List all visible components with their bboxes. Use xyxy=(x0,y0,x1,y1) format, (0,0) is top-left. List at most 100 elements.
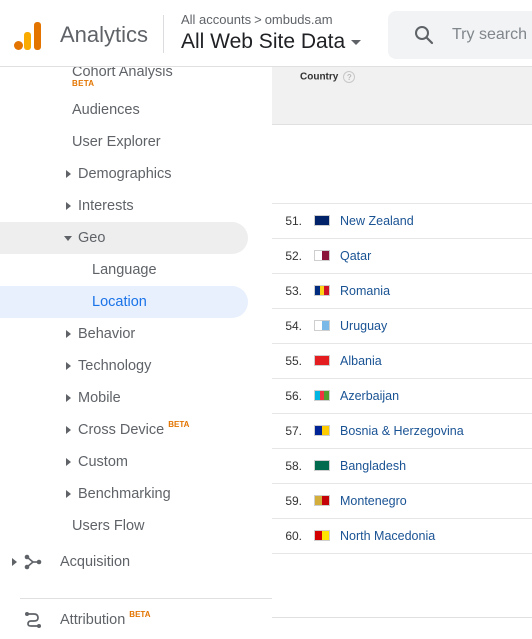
nav-label: Audiences xyxy=(72,102,140,118)
expand-arrow-icon xyxy=(66,490,71,498)
nav-item-behavior[interactable]: Behavior xyxy=(0,318,248,350)
attribution-icon xyxy=(25,612,41,628)
row-number: 54. xyxy=(285,319,302,333)
country-link[interactable]: Qatar xyxy=(340,249,371,263)
top-header: Analytics All accounts > ombuds.am All Web… xyxy=(0,0,532,67)
row-number: 58. xyxy=(285,459,302,473)
expand-arrow-icon xyxy=(66,458,71,466)
nav-item-cross-device[interactable]: Cross Device BETA xyxy=(0,414,248,446)
country-link[interactable]: Azerbaijan xyxy=(340,389,399,403)
country-flag-icon xyxy=(314,355,330,366)
row-number: 51. xyxy=(285,214,302,228)
nav-label: Geo xyxy=(78,230,106,246)
header-divider xyxy=(163,15,164,53)
search-placeholder: Try search xyxy=(452,26,527,43)
country-link[interactable]: New Zealand xyxy=(340,214,414,228)
app-title: Analytics xyxy=(60,22,149,47)
country-flag-icon xyxy=(314,390,330,401)
column-header-country[interactable]: Country? xyxy=(300,71,356,83)
expand-arrow-icon xyxy=(66,170,71,178)
breadcrumb-root[interactable]: All accounts xyxy=(181,12,251,27)
table-row[interactable]: 54. Uruguay xyxy=(272,309,532,344)
table-row[interactable]: 52. Qatar xyxy=(272,239,532,274)
nav-label: Language xyxy=(92,262,157,278)
table-row[interactable]: 56. Azerbaijan xyxy=(272,379,532,414)
country-link[interactable]: Albania xyxy=(340,354,382,368)
country-flag-icon xyxy=(314,250,330,261)
table-header: Country? xyxy=(272,67,532,125)
nav-item-demographics[interactable]: Demographics xyxy=(0,158,248,190)
nav-label: Acquisition xyxy=(60,554,131,570)
beta-badge: BETA xyxy=(72,79,95,88)
nav-label: Attribution xyxy=(60,612,126,628)
table-row[interactable]: 57. Bosnia & Herzegovina xyxy=(272,414,532,449)
nav-item-language[interactable]: Language xyxy=(0,254,248,286)
nav-label: Benchmarking xyxy=(78,486,171,502)
table-footer-divider xyxy=(272,617,532,618)
expand-arrow-icon xyxy=(66,330,71,338)
nav-divider xyxy=(20,598,272,599)
country-link[interactable]: Bosnia & Herzegovina xyxy=(340,424,464,438)
breadcrumb-separator: > xyxy=(254,12,262,27)
row-number: 56. xyxy=(285,389,302,403)
beta-badge: BETA xyxy=(129,610,151,619)
view-selector[interactable]: All Web Site Data xyxy=(181,30,362,54)
table-row[interactable]: 60. North Macedonia xyxy=(272,519,532,554)
nav-item-benchmarking[interactable]: Benchmarking xyxy=(0,478,248,510)
view-name: All Web Site Data xyxy=(181,30,346,53)
country-table-body: 51. New Zealand 52. Qatar 53. Romania 54. Urugu… xyxy=(272,203,532,554)
nav-item-geo[interactable]: Geo xyxy=(0,222,248,254)
left-nav: Cohort Analysis BETA Audiences User Expl… xyxy=(0,67,272,639)
nav-item-location[interactable]: Location xyxy=(0,286,248,318)
help-icon[interactable]: ? xyxy=(343,71,356,83)
row-number: 52. xyxy=(285,249,302,263)
row-number: 55. xyxy=(285,354,302,368)
nav-label: Demographics xyxy=(78,166,172,182)
country-link[interactable]: North Macedonia xyxy=(340,529,435,543)
country-link[interactable]: Montenegro xyxy=(340,494,407,508)
nav-item-custom[interactable]: Custom xyxy=(0,446,248,478)
nav-item-audiences[interactable]: Audiences xyxy=(0,94,248,126)
country-link[interactable]: Uruguay xyxy=(340,319,387,333)
nav-item-acquisition[interactable]: Acquisition xyxy=(0,546,248,578)
nav-item-interests[interactable]: Interests xyxy=(0,190,248,222)
country-flag-icon xyxy=(314,320,330,331)
country-flag-icon xyxy=(314,425,330,436)
nav-item-user-explorer[interactable]: User Explorer xyxy=(0,126,248,158)
nav-label: Behavior xyxy=(78,326,136,342)
country-link[interactable]: Bangladesh xyxy=(340,459,406,473)
country-link[interactable]: Romania xyxy=(340,284,390,298)
analytics-logo-icon[interactable] xyxy=(14,20,44,50)
caret-down-icon xyxy=(351,39,362,45)
table-row[interactable]: 59. Montenegro xyxy=(272,484,532,519)
table-row[interactable]: 51. New Zealand xyxy=(272,204,532,239)
nav-label: Location xyxy=(92,294,147,310)
expand-arrow-icon xyxy=(66,362,71,370)
row-number: 59. xyxy=(285,494,302,508)
report-content: Country? 51. New Zealand 52. Qatar 53. Romani… xyxy=(272,67,532,639)
nav-item-users-flow[interactable]: Users Flow xyxy=(0,510,248,542)
breadcrumb[interactable]: All accounts > ombuds.am xyxy=(181,12,333,27)
expand-arrow-icon xyxy=(66,394,71,402)
nav-label: Technology xyxy=(78,358,152,374)
expand-arrow-icon xyxy=(66,202,71,210)
nav-label: User Explorer xyxy=(72,134,161,150)
country-flag-icon xyxy=(314,530,330,541)
acquisition-icon xyxy=(24,554,42,570)
search-box[interactable]: Try search xyxy=(388,11,532,59)
nav-label: Interests xyxy=(78,198,134,214)
table-row[interactable]: 53. Romania xyxy=(272,274,532,309)
beta-badge: BETA xyxy=(168,420,190,429)
nav-item-technology[interactable]: Technology xyxy=(0,350,248,382)
expand-arrow-icon xyxy=(66,426,71,434)
row-number: 53. xyxy=(285,284,302,298)
country-flag-icon xyxy=(314,285,330,296)
nav-item-cohort-analysis[interactable]: Cohort Analysis xyxy=(0,67,248,88)
row-number: 57. xyxy=(285,424,302,438)
expand-arrow-icon xyxy=(12,558,17,566)
nav-item-attribution[interactable]: Attribution BETA xyxy=(0,604,248,636)
nav-item-mobile[interactable]: Mobile xyxy=(0,382,248,414)
table-row[interactable]: 58. Bangladesh xyxy=(272,449,532,484)
table-row[interactable]: 55. Albania xyxy=(272,344,532,379)
breadcrumb-property[interactable]: ombuds.am xyxy=(265,12,333,27)
